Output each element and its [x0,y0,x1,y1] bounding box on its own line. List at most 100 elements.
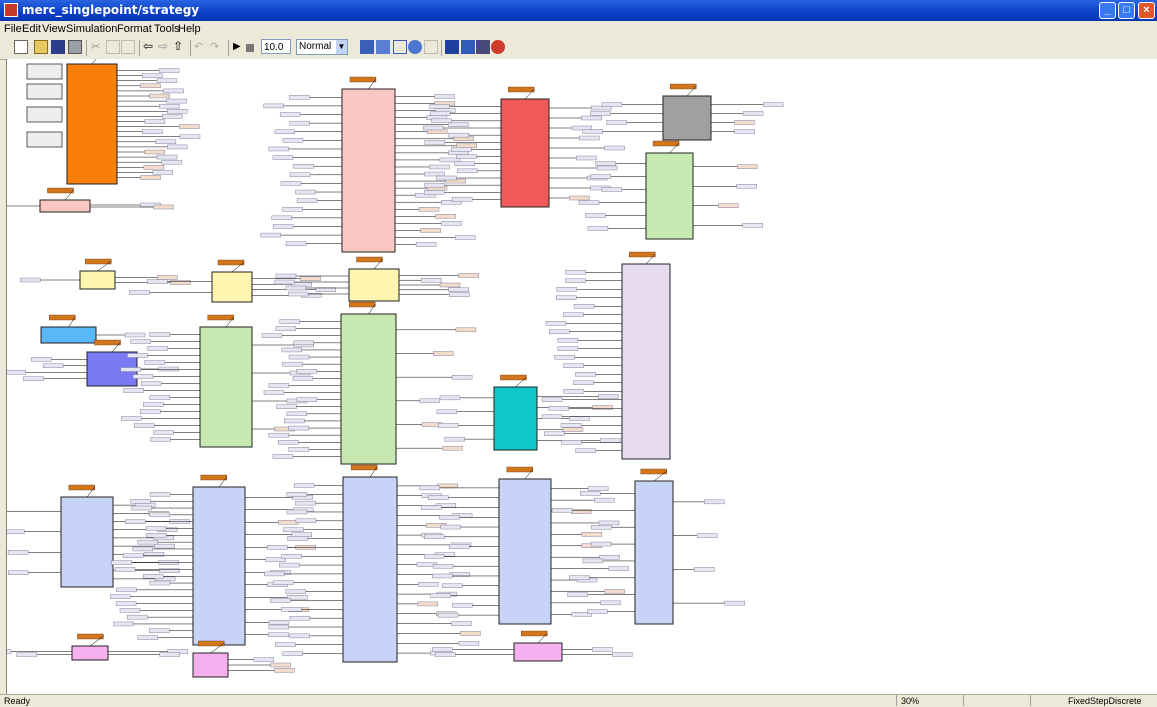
maximize-button[interactable]: □ [1118,2,1135,19]
outport-tag[interactable] [143,165,165,170]
sfunction-icon[interactable] [461,40,475,54]
inport-tag[interactable] [289,120,310,126]
inport-tag[interactable] [456,154,477,159]
inport-tag[interactable] [7,550,29,555]
inport-tag[interactable] [557,338,579,343]
outport-tag[interactable] [179,134,201,139]
outport-tag[interactable] [458,273,479,278]
inport-tag[interactable] [569,575,590,581]
start-simulation-icon[interactable]: ▶ [233,40,247,54]
inport-tag[interactable] [282,361,303,367]
constant-block[interactable] [26,106,63,123]
redo-icon[interactable]: ↷ [210,40,224,54]
inport-tag[interactable] [563,312,584,317]
inport-tag[interactable] [132,546,153,552]
inport-tag[interactable] [149,492,171,497]
enable-tag[interactable] [49,314,76,321]
constant-block[interactable] [26,83,63,100]
inport-tag[interactable] [452,603,473,608]
inport-tag[interactable] [130,499,151,504]
subsystem-block[interactable] [199,326,253,448]
inport-tag[interactable] [272,580,294,585]
inport-tag[interactable] [145,526,167,531]
outport-tag[interactable] [455,235,476,240]
inport-tag[interactable] [270,598,291,603]
inport-tag[interactable] [149,628,170,633]
inport-tag[interactable] [573,380,594,385]
outport-tag[interactable] [140,175,161,180]
outport-tag[interactable] [159,103,180,109]
outport-tag[interactable] [604,145,625,151]
inport-tag[interactable] [23,376,44,381]
inport-tag[interactable] [281,607,302,612]
inport-tag[interactable] [272,454,294,459]
inport-tag[interactable] [549,329,570,334]
inport-tag[interactable] [606,120,627,125]
outport-tag[interactable] [424,171,445,177]
outport-tag[interactable] [162,114,183,119]
inport-tag[interactable] [554,355,575,360]
outport-tag[interactable] [451,374,473,380]
outport-tag[interactable] [166,98,187,104]
outport-tag[interactable] [734,129,755,134]
outport-tag[interactable] [696,533,718,538]
inport-tag[interactable] [580,491,601,496]
minimize-button[interactable]: _ [1099,2,1116,19]
outport-tag[interactable] [742,111,764,116]
outport-tag[interactable] [598,394,619,399]
outport-tag[interactable] [418,207,440,212]
inport-tag[interactable] [263,390,285,395]
outport-tag[interactable] [144,119,166,124]
subsystem-block[interactable] [71,645,109,661]
inport-tag[interactable] [563,363,584,368]
inport-tag[interactable] [282,207,303,212]
subsystem-block[interactable] [192,652,229,678]
inport-tag[interactable] [263,103,284,109]
inport-tag[interactable] [268,624,289,630]
inport-tag[interactable] [137,539,158,545]
inport-tag[interactable] [289,615,311,621]
outport-tag[interactable] [718,203,739,208]
inport-tag[interactable] [288,354,310,360]
inport-tag[interactable] [120,367,141,372]
outport-tag[interactable] [420,228,441,233]
inport-tag[interactable] [590,541,612,547]
outport-tag[interactable] [163,88,184,94]
outport-tag[interactable] [274,668,295,673]
outport-tag[interactable] [144,149,165,155]
outport-tag[interactable] [153,204,174,210]
menu-help[interactable]: Help [178,23,201,35]
outport-tag[interactable] [449,292,470,297]
outport-tag[interactable] [612,652,633,657]
inport-tag[interactable] [545,321,567,326]
enable-tag[interactable] [640,468,667,475]
subsystem-block[interactable] [39,199,91,213]
outport-tag[interactable] [268,620,290,625]
outport-tag[interactable] [167,109,188,114]
undo-icon[interactable]: ↶ [194,40,208,54]
outport-tag[interactable] [598,520,620,526]
debugger-icon[interactable] [491,40,505,54]
model-explorer-icon[interactable] [445,40,459,54]
inport-tag[interactable] [149,332,170,337]
inport-tag[interactable] [268,432,289,438]
outport-tag[interactable] [763,102,784,107]
inport-tag[interactable] [444,436,465,442]
inport-tag[interactable] [601,187,623,192]
inport-tag[interactable] [439,515,460,520]
menu-edit[interactable]: Edit [22,23,41,35]
inport-tag[interactable] [289,633,310,639]
inport-tag[interactable] [288,291,309,297]
inport-tag[interactable] [590,174,612,179]
inport-tag[interactable] [432,647,453,652]
inport-tag[interactable] [286,509,308,515]
outport-tag[interactable] [737,164,758,169]
enable-tag[interactable] [198,640,225,647]
inport-tag[interactable] [149,395,171,400]
outport-tag[interactable] [433,351,454,356]
back-icon[interactable]: ⇦ [143,40,157,54]
inport-tag[interactable] [123,388,144,393]
inport-tag[interactable] [122,553,144,558]
outport-tag[interactable] [158,366,179,372]
outport-tag[interactable] [124,332,146,338]
